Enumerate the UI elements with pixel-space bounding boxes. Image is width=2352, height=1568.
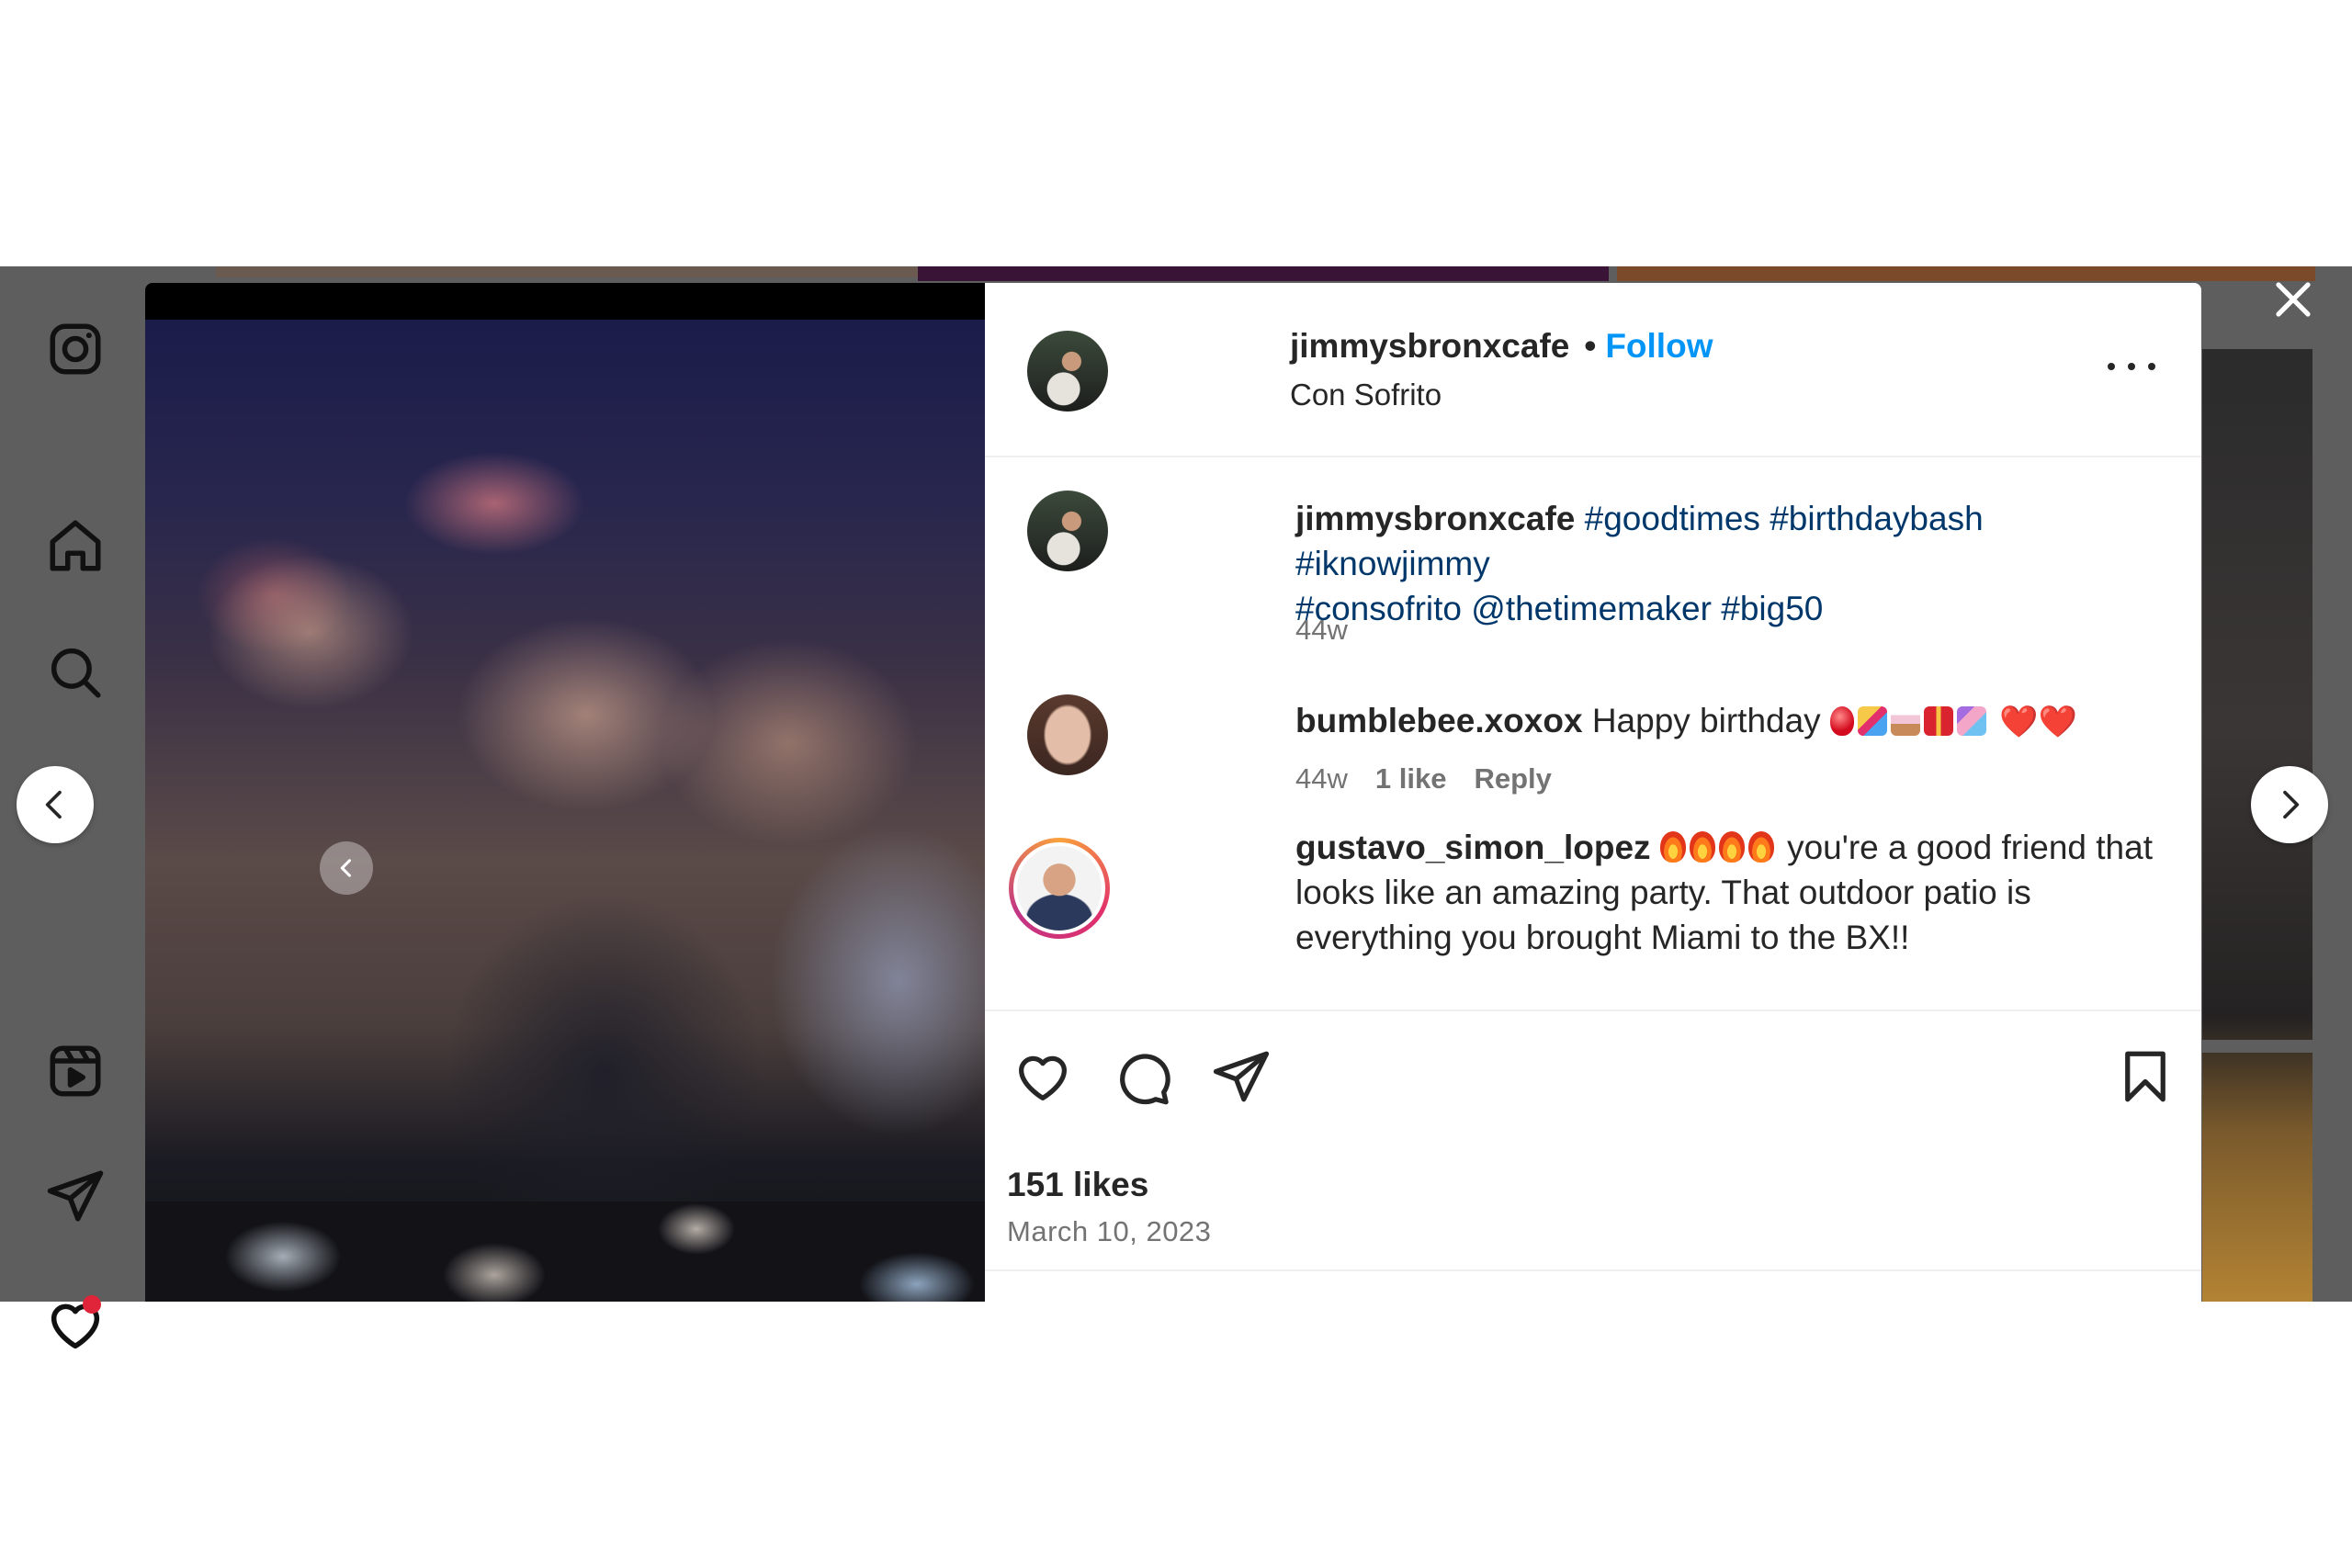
avatar[interactable] [1027, 491, 1108, 571]
fire-emoji [1718, 831, 1745, 863]
avatar[interactable] [1027, 694, 1108, 775]
post-photo-cakes [145, 1201, 985, 1302]
messages-icon[interactable] [42, 1163, 108, 1229]
comment-body: Happy birthday [1591, 702, 1821, 739]
post-media[interactable] [145, 283, 985, 1302]
avatar-photo [1013, 842, 1105, 934]
post-date[interactable]: March 10, 2023 [1007, 1215, 1211, 1248]
comment-username[interactable]: bumblebee.xoxox [1295, 702, 1583, 739]
cake-emoji [1890, 706, 1920, 736]
share-icon[interactable] [1211, 1046, 1272, 1107]
reply-button[interactable]: Reply [1474, 762, 1551, 795]
feed-tile-background [1617, 266, 2315, 281]
party-popper-emoji [1857, 706, 1887, 736]
post-modal: jimmysbronxcafe • Follow Con Sofrito jimmy… [145, 283, 2201, 1302]
home-icon[interactable] [42, 513, 108, 579]
post-header: jimmysbronxcafe • Follow Con Sofrito [985, 283, 2201, 457]
likes-count[interactable]: 151 likes [1007, 1166, 1148, 1204]
balloon-emoji [1829, 706, 1854, 736]
chevron-left-icon [340, 859, 352, 877]
post-details-panel: jimmysbronxcafe • Follow Con Sofrito jimmy… [985, 283, 2201, 1302]
avatar[interactable] [1027, 331, 1108, 412]
close-button[interactable] [2269, 276, 2317, 323]
comment-text: gustavo_simon_lopez you're a good friend… [1295, 825, 2201, 960]
post-photo [145, 320, 985, 1302]
media-letterbox [145, 283, 985, 320]
caption-time[interactable]: 44w [1295, 614, 1348, 647]
more-options-button[interactable] [2108, 353, 2155, 380]
notifications-icon[interactable] [42, 1292, 108, 1358]
notification-badge [83, 1295, 101, 1314]
comment-body-line1: you're a good friend that [1787, 829, 2153, 866]
post-actions: 151 likes March 10, 2023 [985, 1010, 2201, 1278]
comment-meta: 44w 1 like Reply [1295, 762, 1552, 795]
instagram-logo-icon[interactable] [42, 316, 108, 382]
fire-emoji [1689, 831, 1715, 863]
caption-text: jimmysbronxcafe #goodtimes #birthdaybash… [1295, 496, 2177, 631]
comment-text: bumblebee.xoxox Happy birthday ❤️❤️ [1295, 698, 2201, 745]
close-icon [2276, 282, 2311, 317]
avatar[interactable] [1009, 838, 1110, 939]
more-options-icon [2108, 363, 2115, 370]
more-options-icon [2148, 363, 2155, 370]
feed-tile-divider [2202, 1040, 2312, 1053]
save-icon[interactable] [2115, 1046, 2176, 1107]
chevron-right-icon [2283, 790, 2300, 819]
comment-time[interactable]: 44w [1295, 762, 1348, 795]
search-icon[interactable] [42, 639, 108, 705]
post-author: jimmysbronxcafe • Follow [1290, 327, 1713, 366]
comments-list[interactable]: jimmysbronxcafe #goodtimes #birthdaybash… [985, 457, 2201, 1005]
next-post-button[interactable] [2251, 766, 2328, 843]
chevron-left-icon [45, 790, 62, 819]
comment-body-line2: looks like an amazing party. That outdoo… [1295, 874, 2031, 911]
previous-post-button[interactable] [17, 766, 94, 843]
follow-button[interactable]: Follow [1605, 327, 1713, 365]
reels-icon[interactable] [42, 1038, 108, 1104]
caption-hashtags-line2[interactable]: #consofrito @thetimemaker #big50 [1295, 590, 1823, 627]
comment-body-line3: everything you brought Miami to the BX!! [1295, 919, 1910, 956]
gift-emoji [1923, 706, 1953, 736]
confetti-emoji [1956, 706, 1986, 736]
author-username[interactable]: jimmysbronxcafe [1290, 327, 1569, 365]
feed-tile-background [216, 266, 918, 277]
feed-tile-background [918, 266, 1609, 281]
more-options-icon [2128, 363, 2135, 370]
separator-dot: • [1584, 327, 1597, 365]
carousel-previous-button[interactable] [320, 841, 373, 895]
hearts-emoji: ❤️❤️ [1999, 705, 2077, 739]
like-icon[interactable] [1012, 1046, 1073, 1107]
divider [985, 1269, 2201, 1271]
comment-username[interactable]: gustavo_simon_lopez [1295, 829, 1651, 866]
caption-username[interactable]: jimmysbronxcafe [1295, 500, 1575, 537]
comment-icon[interactable] [1112, 1046, 1172, 1107]
fire-emoji [1747, 831, 1774, 863]
fire-emoji [1659, 831, 1686, 863]
comment-likes[interactable]: 1 like [1375, 762, 1447, 795]
location-link[interactable]: Con Sofrito [1290, 378, 1442, 412]
